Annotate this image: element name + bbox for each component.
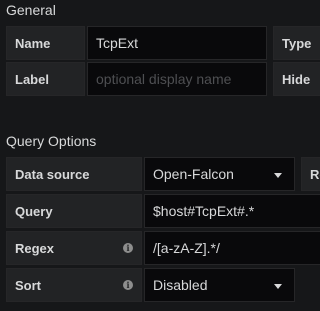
datasource-select[interactable]: Open-Falcon xyxy=(144,157,295,191)
type-label: Type xyxy=(273,26,320,60)
query-options-section-title: Query Options xyxy=(6,133,97,149)
query-label-text: Query xyxy=(15,203,53,219)
query-input[interactable] xyxy=(144,194,320,228)
name-input[interactable] xyxy=(87,26,267,60)
regex-label-text: Regex xyxy=(15,240,55,256)
hide-label: Hide xyxy=(273,62,320,96)
info-icon[interactable]: i xyxy=(123,243,133,253)
general-section-title: General xyxy=(6,2,56,18)
chevron-down-icon xyxy=(274,284,282,289)
sort-label: Sort i xyxy=(6,268,142,302)
name-label-text: Name xyxy=(15,35,51,51)
label-label: Label xyxy=(6,62,85,96)
sort-value: Disabled xyxy=(153,277,208,293)
regex-label: Regex i xyxy=(6,231,142,265)
type-label-text: Type xyxy=(282,35,312,51)
refresh-label-text: Re xyxy=(310,166,320,182)
datasource-label: Data source xyxy=(6,157,142,191)
datasource-value: Open-Falcon xyxy=(153,166,234,182)
datasource-label-text: Data source xyxy=(15,166,90,182)
name-label: Name xyxy=(6,26,85,60)
label-label-text: Label xyxy=(15,71,49,87)
info-icon[interactable]: i xyxy=(123,280,133,290)
label-input[interactable] xyxy=(87,62,267,96)
sort-select[interactable]: Disabled xyxy=(144,268,295,302)
hide-label-text: Hide xyxy=(282,71,311,87)
regex-input[interactable] xyxy=(144,231,320,265)
sort-label-text: Sort xyxy=(15,277,41,293)
query-label: Query xyxy=(6,194,142,228)
chevron-down-icon xyxy=(274,173,282,178)
refresh-label: Re xyxy=(301,157,320,191)
